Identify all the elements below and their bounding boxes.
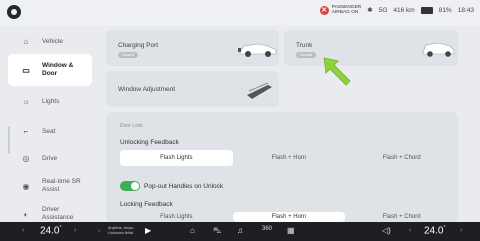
sidebar-item-lights[interactable]: ☼ Lights (0, 86, 90, 116)
sidebar-item-label: Window & Door (42, 62, 74, 77)
sidebar-item-seat[interactable]: ⌐ Seat (0, 116, 90, 146)
temp-up-right-icon[interactable]: › (460, 227, 462, 234)
window-adjustment-card[interactable]: Window Adjustment (106, 71, 279, 107)
airbag-line2: AIRBAG ON (331, 10, 359, 15)
main-content: Charging Port Closed Trunk Closed Window… (106, 26, 480, 222)
status-badge: Closed (296, 52, 316, 58)
card-title: Charging Port (118, 42, 159, 49)
bluetooth-icon: ✱ (367, 7, 373, 14)
door-icon: ▭ (22, 65, 30, 75)
sidebar-item-vehicle[interactable]: ⌂ Vehicle (0, 26, 90, 56)
battery-text: 81% (438, 6, 452, 14)
play-icon[interactable]: ▶ (145, 226, 151, 235)
locking-feedback-title: Locking Feedback (120, 201, 173, 208)
trunk-card[interactable]: Trunk Closed (284, 30, 458, 66)
locking-feedback-selector: Flash Lights Flash + Horn Flash + Chord (120, 212, 458, 222)
temp-up-left-icon[interactable]: › (74, 227, 76, 234)
airbag-icon: ✕ (319, 5, 329, 15)
card-title: Window Adjustment (118, 86, 176, 93)
unlocking-feedback-selector: Flash Lights Flash + Horn Flash + Chord (120, 150, 458, 166)
lock-option-flash-lights[interactable]: Flash Lights (120, 212, 233, 222)
sidebar-item-label: Real-time SR Assist (42, 178, 81, 193)
status-bar: ✕ PASSENGER AIRBAG ON ✱ 5G 416 km 81% 18… (0, 0, 480, 26)
status-badge: Closed (118, 52, 138, 58)
airbag-status: ✕ PASSENGER AIRBAG ON (319, 5, 361, 15)
sidebar-item-label: Seat (42, 127, 56, 135)
temp-down-right-icon[interactable]: ‹ (409, 227, 411, 234)
car-side-icon (238, 43, 277, 57)
steering-wheel-icon: ◎ (22, 153, 30, 163)
window-icon (247, 82, 272, 99)
bottom-dock: ‹ 24.0° › ♪ Anytime, Anyw.. Unknown Arti… (0, 222, 480, 241)
section-label: Door Lock (120, 123, 143, 129)
sidebar-item-label: Drive (42, 154, 58, 162)
unlock-option-flash-chord[interactable]: Flash + Chord (345, 150, 458, 166)
lights-icon: ☼ (22, 96, 30, 106)
media-artist: Unknown Artist (108, 231, 134, 235)
charging-port-card[interactable]: Charging Port Closed (106, 30, 279, 66)
settings-sidebar: ⌂ Vehicle ▭ Window & Door ☼ Lights ⌐ Sea… (0, 26, 92, 222)
lock-option-flash-chord[interactable]: Flash + Chord (345, 212, 458, 222)
brand-logo-icon (7, 5, 21, 19)
music-source-icon: ♪ (98, 228, 101, 234)
status-indicators: ✕ PASSENGER AIRBAG ON ✱ 5G 416 km 81% 18… (319, 5, 474, 15)
right-temperature[interactable]: 24.0° (424, 225, 445, 236)
unlocking-feedback-title: Unlocking Feedback (120, 139, 179, 146)
home-icon[interactable]: ⌂ (190, 226, 195, 235)
lock-option-flash-horn[interactable]: Flash + Horn (232, 212, 346, 222)
car-icon[interactable]: ⛍ (213, 226, 221, 236)
pointer-arrow-icon (323, 57, 351, 86)
popout-handles-label: Pop-out Handles on Unlock (144, 183, 224, 190)
unlock-option-flash-lights[interactable]: Flash Lights (120, 150, 233, 166)
seat-icon: ⌐ (23, 126, 29, 136)
media-info[interactable]: Anytime, Anyw.. Unknown Artist (108, 226, 135, 236)
sidebar-item-label: Driver Assistance (42, 206, 74, 221)
left-temperature[interactable]: 24.0° (40, 225, 61, 236)
popout-handles-toggle[interactable] (120, 181, 140, 191)
car-rear-icon (422, 42, 455, 57)
battery-icon (420, 6, 433, 14)
sidebar-item-label: Lights (42, 97, 60, 105)
clock-text: 18:43 (457, 6, 474, 14)
sidebar-item-realtime-sr-assist[interactable]: ◉ Real-time SR Assist (0, 171, 90, 201)
music-icon[interactable]: ♫ (237, 226, 243, 235)
unlock-option-flash-horn[interactable]: Flash + Horn (233, 150, 346, 166)
card-title: Trunk (296, 42, 313, 49)
camera-icon: ◉ (22, 181, 30, 191)
temp-down-left-icon[interactable]: ‹ (22, 227, 24, 234)
volume-icon[interactable]: ◁) (382, 226, 391, 235)
signal-icon: 5G (378, 6, 388, 14)
sidebar-item-label: Vehicle (42, 37, 63, 45)
range-text: 416 km (393, 6, 415, 14)
car-icon: ⌂ (23, 36, 29, 46)
apps-grid-icon[interactable]: ▦ (287, 226, 295, 235)
sidebar-item-window-door[interactable]: ▭ Window & Door (8, 54, 92, 86)
sidebar-item-drive[interactable]: ◎ Drive (0, 143, 90, 173)
assist-icon: ◐ (23, 209, 29, 219)
360-view-icon[interactable]: 360 (262, 226, 272, 232)
